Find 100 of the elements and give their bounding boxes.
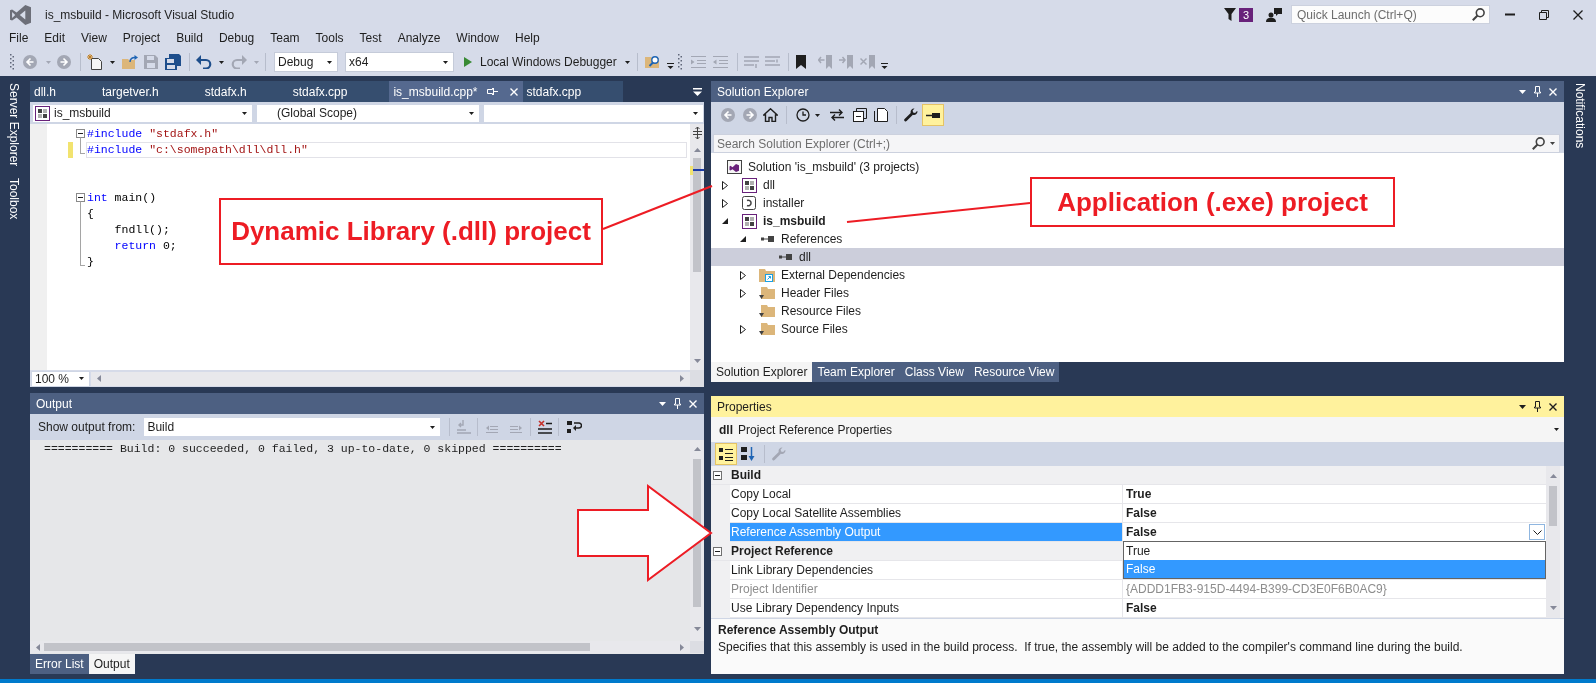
menu-item[interactable]: View: [73, 29, 115, 48]
document-tab[interactable]: dll.h: [30, 81, 98, 102]
collapse-icon[interactable]: [713, 470, 722, 480]
side-tab[interactable]: Server Explorer: [5, 83, 22, 167]
caret-icon[interactable]: [327, 60, 332, 64]
collapse-arrow-icon[interactable]: [722, 218, 728, 224]
property-value[interactable]: False: [1126, 525, 1157, 539]
document-tab[interactable]: stdafx.cpp: [288, 81, 390, 102]
scope-dropdown[interactable]: (Global Scope): [256, 103, 480, 123]
tree-item[interactable]: Source Files: [781, 322, 848, 336]
caret-icon[interactable]: [79, 377, 84, 380]
tab-list-icon[interactable]: [693, 87, 702, 96]
undo-icon[interactable]: [196, 55, 212, 69]
caret-icon[interactable]: [219, 60, 224, 64]
new-file-icon[interactable]: [87, 54, 103, 70]
panel-tab[interactable]: Team Explorer: [812, 362, 900, 382]
tree-item[interactable]: installer: [763, 196, 805, 210]
menu-item[interactable]: Tools: [307, 29, 352, 48]
caret-icon[interactable]: [659, 401, 666, 406]
open-folder-icon[interactable]: [122, 55, 138, 69]
restore-icon[interactable]: [1539, 9, 1549, 20]
swap-arrows-icon[interactable]: [830, 109, 844, 121]
caret-icon[interactable]: [1519, 404, 1526, 409]
project-dropdown[interactable]: is_msbuild: [32, 103, 253, 123]
property-value[interactable]: True: [1126, 487, 1152, 501]
preview-toggle[interactable]: [922, 104, 944, 126]
expand-arrow-icon[interactable]: [722, 180, 728, 190]
menu-item[interactable]: Debug: [210, 29, 263, 48]
tree-item[interactable]: Resource Files: [781, 304, 862, 318]
scroll-down-icon[interactable]: [693, 359, 701, 363]
side-tab[interactable]: Toolbox: [5, 178, 22, 220]
caret-icon[interactable]: [110, 60, 115, 64]
vertical-scrollbar[interactable]: [690, 124, 704, 370]
split-icon[interactable]: [691, 127, 703, 139]
object-dropdown[interactable]: dll Project Reference Properties: [711, 417, 1564, 442]
filter-icon[interactable]: [1223, 8, 1236, 21]
side-tab[interactable]: Notifications: [1572, 83, 1588, 149]
scroll-thumb[interactable]: [44, 643, 590, 651]
overflow-caret-icon[interactable]: [666, 63, 674, 69]
home-icon[interactable]: [763, 108, 778, 122]
wrap-icon[interactable]: [567, 420, 583, 434]
caret-icon[interactable]: [693, 111, 698, 115]
close-icon[interactable]: [1573, 9, 1583, 20]
menu-item[interactable]: File: [1, 29, 37, 48]
search-field[interactable]: Search Solution Explorer (Ctrl+;): [713, 134, 1560, 153]
property-name[interactable]: Link Library Dependencies: [730, 561, 1123, 580]
notification-badge[interactable]: 3: [1238, 7, 1253, 22]
zoom-dropdown[interactable]: 100 %: [31, 370, 90, 387]
caret-icon[interactable]: [624, 60, 630, 64]
menu-item[interactable]: Help: [507, 29, 548, 48]
selected-tree-row[interactable]: dll: [711, 248, 1564, 266]
property-value[interactable]: False: [1126, 506, 1157, 520]
collapse-icon[interactable]: [713, 546, 722, 556]
property-name[interactable]: Use Library Dependency Inputs: [730, 599, 1123, 618]
scroll-thumb[interactable]: [693, 158, 701, 272]
property-name[interactable]: Copy Local Satellite Assemblies: [730, 504, 1123, 523]
expand-arrow-icon[interactable]: [722, 198, 728, 208]
platform-dropdown[interactable]: x64: [345, 52, 454, 72]
dash-block-icon[interactable]: [926, 112, 940, 118]
menu-item[interactable]: Edit: [36, 29, 74, 48]
scroll-left-icon[interactable]: [36, 643, 40, 651]
caret-icon[interactable]: [469, 111, 474, 115]
tree-item[interactable]: dll: [763, 178, 775, 192]
menu-item[interactable]: Window: [448, 29, 507, 48]
quick-launch-field[interactable]: Quick Launch (Ctrl+Q): [1291, 5, 1490, 24]
document-tab[interactable]: targetver.h: [98, 81, 201, 102]
panel-tab[interactable]: Error List: [30, 654, 89, 674]
tree-item[interactable]: References: [781, 232, 843, 246]
search-icon[interactable]: [1532, 137, 1545, 150]
chevron-down-icon[interactable]: [1532, 529, 1542, 535]
scroll-down-icon[interactable]: [693, 627, 701, 631]
search-icon[interactable]: [1472, 8, 1485, 21]
caret-icon[interactable]: [1554, 428, 1559, 431]
caret-icon[interactable]: [443, 60, 448, 64]
collapse-icon[interactable]: [76, 126, 85, 142]
caret-icon[interactable]: [242, 111, 247, 115]
menu-item[interactable]: Team: [262, 29, 308, 48]
clock-icon[interactable]: [796, 108, 810, 122]
configuration-dropdown[interactable]: Debug: [274, 52, 338, 72]
tree-item[interactable]: is_msbuild: [763, 214, 826, 228]
scroll-left-icon[interactable]: [97, 375, 101, 382]
toolbar-grip[interactable]: [10, 54, 14, 70]
scroll-up-icon[interactable]: [1549, 474, 1557, 478]
property-value[interactable]: False: [1126, 601, 1157, 615]
expand-arrow-icon[interactable]: [740, 288, 746, 298]
vertical-scrollbar[interactable]: [1546, 466, 1560, 618]
folder-search-icon[interactable]: [644, 54, 661, 70]
panel-tab[interactable]: Resource View: [968, 362, 1060, 382]
caret-icon[interactable]: [1550, 142, 1555, 145]
tree-item[interactable]: Solution 'is_msbuild' (3 projects): [748, 160, 920, 174]
collapse-all-icon[interactable]: [853, 108, 867, 122]
play-icon[interactable]: [464, 57, 472, 67]
files-icon[interactable]: [874, 108, 888, 122]
output-source-dropdown[interactable]: Build: [143, 417, 442, 437]
document-tab[interactable]: stdafx.h: [200, 81, 289, 102]
scroll-thumb[interactable]: [1549, 486, 1557, 526]
clear-lines-icon[interactable]: [538, 420, 553, 434]
menu-item[interactable]: Analyze: [389, 29, 449, 48]
tree-item[interactable]: Header Files: [781, 286, 850, 300]
person-speech-icon[interactable]: [1266, 7, 1282, 22]
